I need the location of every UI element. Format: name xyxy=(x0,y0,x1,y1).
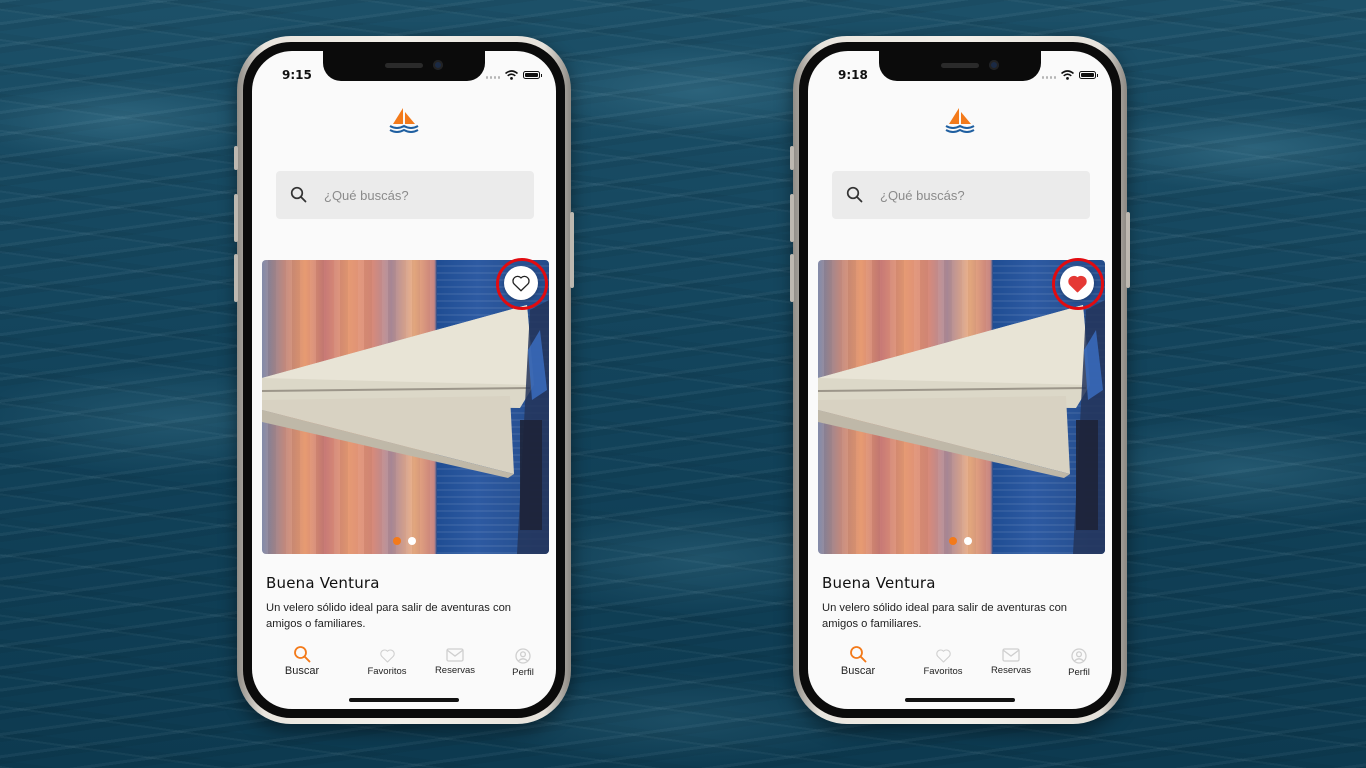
tab-buscar[interactable]: Buscar xyxy=(268,645,336,677)
notch xyxy=(879,51,1041,81)
wifi-icon xyxy=(505,70,518,80)
tab-reservas[interactable]: Reservas xyxy=(977,648,1045,676)
power-button xyxy=(1126,212,1130,288)
notch xyxy=(323,51,485,81)
heart-filled-icon xyxy=(1067,275,1087,292)
search-bar[interactable] xyxy=(832,171,1090,219)
sailboat-logo-icon xyxy=(945,108,975,133)
boat-description: Un velero sólido ideal para salir de ave… xyxy=(822,602,1068,630)
sailboat-logo-icon xyxy=(389,108,419,133)
heart-icon xyxy=(935,649,951,663)
volume-up-button xyxy=(790,194,794,242)
home-indicator[interactable] xyxy=(349,698,459,702)
carousel-dot-1[interactable] xyxy=(393,537,401,545)
tab-label: Perfil xyxy=(1068,667,1090,678)
user-icon xyxy=(515,648,531,664)
tab-label: Favoritos xyxy=(923,666,963,677)
search-icon xyxy=(290,186,307,203)
search-icon xyxy=(294,646,311,663)
presentation-canvas: { "colors": { "accent": "#f37a1a", "high… xyxy=(0,0,1366,768)
search-icon xyxy=(846,186,863,203)
tab-reservas[interactable]: Reservas xyxy=(421,648,489,676)
carousel-dot-1[interactable] xyxy=(949,537,957,545)
phone-bezel: 9:15 ¿Qué buscás? Buena Ventura Un veler… xyxy=(243,42,565,718)
envelope-icon xyxy=(1002,648,1020,662)
bottom-tab-bar: Buscar Favoritos Reservas Perfil xyxy=(252,645,556,689)
phone-screen: 9:15 ¿Qué buscás? Buena Ventura Un veler… xyxy=(252,51,556,709)
user-icon xyxy=(1071,648,1087,664)
status-time: 9:15 xyxy=(282,68,312,82)
sailboat-photo xyxy=(818,300,1105,554)
sailboat-photo xyxy=(262,300,549,554)
search-input[interactable] xyxy=(880,171,1080,219)
tab-label: Perfil xyxy=(512,667,534,678)
volume-up-button xyxy=(234,194,238,242)
status-icons xyxy=(486,70,542,80)
battery-icon xyxy=(523,71,542,79)
carousel-dots xyxy=(393,537,416,545)
cellular-signal-icon xyxy=(486,71,500,79)
heart-outline-icon xyxy=(512,275,530,292)
home-indicator[interactable] xyxy=(905,698,1015,702)
phone-bezel: 9:18 ¿Qué buscás? Buena Ventura Un veler… xyxy=(799,42,1121,718)
boat-photo[interactable] xyxy=(262,260,549,554)
cellular-signal-icon xyxy=(1042,71,1056,79)
bottom-tab-bar: Buscar Favoritos Reservas Perfil xyxy=(808,645,1112,689)
tab-favoritos[interactable]: Favoritos xyxy=(353,648,421,677)
battery-icon xyxy=(1079,71,1098,79)
power-button xyxy=(570,212,574,288)
mute-switch xyxy=(234,146,238,170)
tab-buscar[interactable]: Buscar xyxy=(824,645,892,677)
tab-perfil[interactable]: Perfil xyxy=(1045,648,1112,678)
status-icons xyxy=(1042,70,1098,80)
favorite-button[interactable] xyxy=(1060,266,1094,300)
volume-down-button xyxy=(234,254,238,302)
tab-perfil[interactable]: Perfil xyxy=(489,648,556,678)
search-bar[interactable] xyxy=(276,171,534,219)
boat-title[interactable]: Buena Ventura xyxy=(822,574,936,592)
carousel-dots xyxy=(949,537,972,545)
tab-favoritos[interactable]: Favoritos xyxy=(909,648,977,677)
status-time: 9:18 xyxy=(838,68,868,82)
carousel-dot-2[interactable] xyxy=(964,537,972,545)
tab-label: Reservas xyxy=(990,665,1032,676)
phone-screen: 9:18 ¿Qué buscás? Buena Ventura Un veler… xyxy=(808,51,1112,709)
carousel-dot-2[interactable] xyxy=(408,537,416,545)
envelope-icon xyxy=(446,648,464,662)
phone-after: 9:18 ¿Qué buscás? Buena Ventura Un veler… xyxy=(790,36,1130,724)
boat-description: Un velero sólido ideal para salir de ave… xyxy=(266,602,512,630)
tab-label: Buscar xyxy=(840,665,876,677)
search-icon xyxy=(850,646,867,663)
heart-icon xyxy=(379,649,395,663)
volume-down-button xyxy=(790,254,794,302)
phone-before: 9:15 ¿Qué buscás? Buena Ventura Un veler… xyxy=(234,36,574,724)
favorite-button[interactable] xyxy=(504,266,538,300)
tab-label: Favoritos xyxy=(367,666,407,677)
search-input[interactable] xyxy=(324,171,524,219)
wifi-icon xyxy=(1061,70,1074,80)
boat-title[interactable]: Buena Ventura xyxy=(266,574,380,592)
mute-switch xyxy=(790,146,794,170)
boat-photo[interactable] xyxy=(818,260,1105,554)
tab-label: Buscar xyxy=(284,665,320,677)
tab-label: Reservas xyxy=(434,665,476,676)
